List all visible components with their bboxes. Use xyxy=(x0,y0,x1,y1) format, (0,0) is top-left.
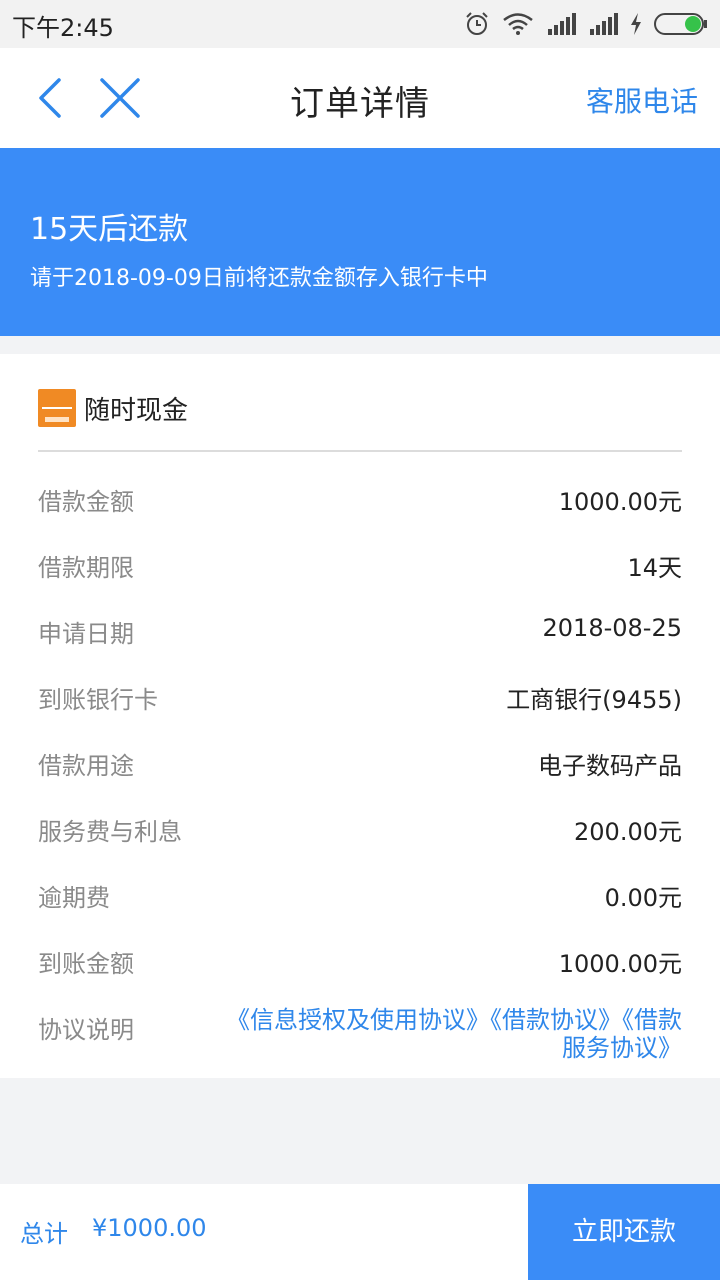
merchant-logo xyxy=(38,389,76,427)
detail-row-overdue-fee: 逾期费 0.00元 xyxy=(38,862,682,928)
signal-icon xyxy=(548,13,576,35)
detail-label: 申请日期 xyxy=(38,620,134,648)
nav-bar: 订单详情 客服电话 xyxy=(0,48,720,148)
detail-value: 1000.00元 xyxy=(558,950,682,978)
detail-label: 到账银行卡 xyxy=(38,686,158,714)
order-detail-card: 随时现金 借款金额 1000.00元 借款期限 14天 申请日期 2018-08… xyxy=(0,354,720,1078)
detail-row-apply-date: 申请日期 2018-08-25 xyxy=(38,598,682,664)
status-icons xyxy=(464,10,708,38)
detail-row-received-amount: 到账金额 1000.00元 xyxy=(38,928,682,994)
detail-label: 借款期限 xyxy=(38,554,134,582)
status-bar: 下午2:45 xyxy=(0,0,720,48)
banner-title: 15天后还款 xyxy=(30,212,189,247)
detail-label: 借款金额 xyxy=(38,488,134,516)
detail-row-service-fee: 服务费与利息 200.00元 xyxy=(38,796,682,862)
detail-value: 2018-08-25 xyxy=(542,614,682,642)
repay-now-button[interactable]: 立即还款 xyxy=(528,1184,720,1280)
status-time: 下午2:45 xyxy=(12,14,114,42)
detail-row-loan-term: 借款期限 14天 xyxy=(38,532,682,598)
detail-value: 工商银行(9455) xyxy=(506,686,682,714)
detail-value: 14天 xyxy=(627,554,682,582)
detail-value: 0.00元 xyxy=(604,884,682,912)
detail-value: 200.00元 xyxy=(574,818,682,846)
customer-service-phone-link[interactable]: 客服电话 xyxy=(586,80,698,120)
battery-icon xyxy=(654,13,707,35)
banner-subtitle: 请于2018-09-09日前将还款金额存入银行卡中 xyxy=(30,266,488,291)
alarm-icon xyxy=(466,12,488,35)
charging-icon xyxy=(631,13,641,35)
merchant-header: 随时现金 xyxy=(38,388,188,428)
merchant-name: 随时现金 xyxy=(84,395,189,426)
bottom-bar: 总计 ¥1000.00 立即还款 xyxy=(0,1184,720,1280)
detail-value: 1000.00元 xyxy=(558,488,682,516)
wifi-icon xyxy=(503,13,533,35)
total-amount: ¥1000.00 xyxy=(92,1214,207,1242)
signal-icon xyxy=(590,13,618,35)
detail-label: 逾期费 xyxy=(38,884,110,912)
detail-row-loan-purpose: 借款用途 电子数码产品 xyxy=(38,730,682,796)
detail-label: 到账金额 xyxy=(38,950,134,978)
repayment-banner: 15天后还款 请于2018-09-09日前将还款金额存入银行卡中 xyxy=(0,148,720,336)
divider xyxy=(38,450,682,452)
detail-label: 服务费与利息 xyxy=(38,818,182,846)
detail-row-bank-card: 到账银行卡 工商银行(9455) xyxy=(38,664,682,730)
total-label: 总计 xyxy=(20,1220,68,1248)
detail-label: 借款用途 xyxy=(38,752,134,780)
detail-list: 借款金额 1000.00元 借款期限 14天 申请日期 2018-08-25 到… xyxy=(38,466,682,1074)
agreement-links[interactable]: 《信息授权及使用协议》《借款协议》《借款服务协议》 xyxy=(222,1006,682,1062)
detail-value: 电子数码产品 xyxy=(538,752,682,780)
agreement-label: 协议说明 xyxy=(38,1016,134,1044)
detail-row-agreement: 协议说明 《信息授权及使用协议》《借款协议》《借款服务协议》 xyxy=(38,994,682,1074)
detail-row-loan-amount: 借款金额 1000.00元 xyxy=(38,466,682,532)
